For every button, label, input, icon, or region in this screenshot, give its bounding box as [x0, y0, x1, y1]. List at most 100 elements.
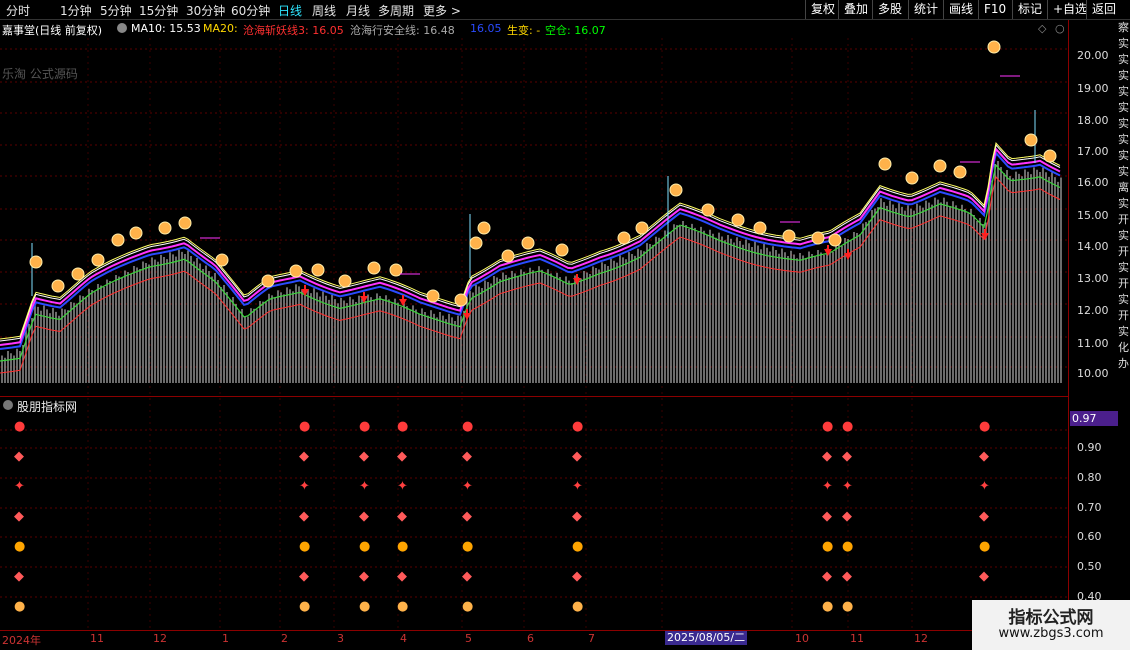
back-button[interactable]: 返回	[1086, 0, 1121, 19]
signal-icon: ✦	[979, 479, 990, 494]
date-label: 3	[337, 632, 344, 645]
coin-icon	[51, 279, 65, 293]
price-tick: 15.00	[1077, 209, 1109, 222]
signal-icon: ●	[359, 539, 370, 554]
signal-icon: ✦	[462, 479, 473, 494]
coin-icon	[261, 274, 275, 288]
signal-icon: ◆	[842, 569, 852, 584]
signal-icon: ●	[14, 599, 25, 614]
tab-5min[interactable]: 5分钟	[100, 2, 132, 19]
red-arrow-icon	[981, 229, 989, 240]
chevron-down-icon[interactable]	[3, 400, 13, 410]
coin-icon	[521, 236, 535, 250]
price-tick: 17.00	[1077, 145, 1109, 158]
multi-stock-button[interactable]: 多股	[872, 0, 907, 19]
tab-weekly[interactable]: 周线	[312, 2, 336, 19]
signal-icon: ●	[14, 539, 25, 554]
coin-icon	[1043, 149, 1057, 163]
signal-icon: ◆	[822, 449, 832, 464]
date-label: 5	[465, 632, 472, 645]
signal-icon: ◆	[842, 449, 852, 464]
coin-icon	[701, 203, 715, 217]
blue-line-value: 16.05	[470, 22, 502, 35]
price-tick: 18.00	[1077, 114, 1109, 127]
coin-icon	[635, 221, 649, 235]
stock-name: 嘉事堂(日线 前复权)	[2, 24, 103, 37]
close-icon[interactable]: ○	[1055, 22, 1065, 35]
signal-icon: ●	[979, 419, 990, 434]
coin-icon	[426, 289, 440, 303]
signal-icon: ●	[462, 599, 473, 614]
tab-more[interactable]: 更多 >	[423, 2, 461, 19]
sub-axis-tick: 0.50	[1077, 560, 1102, 573]
date-label: 2024年	[2, 634, 41, 647]
ma20-label: MA20:	[203, 22, 238, 35]
stats-button[interactable]: 统计	[908, 0, 943, 19]
f10-button[interactable]: F10	[978, 0, 1011, 19]
price-tick: 13.00	[1077, 272, 1109, 285]
sub-indicator-header: 股朋指标网	[0, 396, 1068, 414]
date-label: 11	[90, 632, 104, 645]
signal-icon: ●	[299, 419, 310, 434]
diamond-icon[interactable]: ◇	[1038, 22, 1046, 35]
signal-icon: ◆	[572, 569, 582, 584]
tab-fenshi[interactable]: 分时	[6, 2, 30, 19]
coin-icon	[828, 233, 842, 247]
coin-icon	[29, 255, 43, 269]
date-label: 7	[588, 632, 595, 645]
signal-icon: ●	[299, 599, 310, 614]
coin-icon	[454, 293, 468, 307]
signal-icon: ✦	[299, 479, 310, 494]
draw-line-button[interactable]: 画线	[943, 0, 978, 19]
signal-icon: ◆	[14, 449, 24, 464]
signal-icon: ◆	[822, 569, 832, 584]
signal-icon: ◆	[462, 569, 472, 584]
tab-1min[interactable]: 1分钟	[60, 2, 92, 19]
settings-circle-icon[interactable]	[117, 23, 127, 33]
signal-icon: ●	[822, 539, 833, 554]
site-watermark: 指标公式网 www.zbgs3.com	[972, 600, 1130, 650]
signal-icon: ●	[842, 539, 853, 554]
signal-icon: ●	[397, 599, 408, 614]
signal-icon: ●	[822, 419, 833, 434]
coin-icon	[669, 183, 683, 197]
coin-icon	[311, 263, 325, 277]
sub-axis-tick: 0.70	[1077, 501, 1102, 514]
signal-icon: ◆	[299, 449, 309, 464]
line3-value: 沧海斩妖线3: 16.05	[243, 24, 344, 37]
signal-icon: ●	[462, 419, 473, 434]
signal-icon: ●	[572, 539, 583, 554]
price-tick: 11.00	[1077, 337, 1109, 350]
fuquan-button[interactable]: 复权	[805, 0, 840, 19]
signal-icon: ◆	[397, 449, 407, 464]
right-info-strip: 察实实实实实实实实实离实开实开实开实开实化办	[1118, 20, 1130, 630]
kline-chart[interactable]: ● ● ● ● ● ● ● ● ● ◆ ◆ ◆ ◆ ◆ ◆ ◆ ◆ ◆ ✦ ✦ ✦ ✦ ✦ ✦ ✦ ✦ ✦ ◆ ◆ ◆ ◆ ◆ ◆ ◆ ◆ ◆ ● ● ● ●…	[0, 38, 1068, 630]
signal-icon: ✦	[842, 479, 853, 494]
coin-icon	[91, 253, 105, 267]
tab-monthly[interactable]: 月线	[346, 2, 370, 19]
ma10-value: MA10: 15.53	[131, 22, 201, 35]
coin-icon	[477, 221, 491, 235]
coin-icon	[178, 216, 192, 230]
tab-30min[interactable]: 30分钟	[186, 2, 225, 19]
coin-icon	[158, 221, 172, 235]
price-tick: 14.00	[1077, 240, 1109, 253]
tab-60min[interactable]: 60分钟	[231, 2, 270, 19]
signal-icon: ◆	[359, 509, 369, 524]
signal-icon: ●	[359, 599, 370, 614]
mark-button[interactable]: 标记	[1012, 0, 1047, 19]
overlay-button[interactable]: 叠加	[838, 0, 873, 19]
signal-icon: ✦	[14, 479, 25, 494]
signal-icon: ●	[572, 419, 583, 434]
tab-15min[interactable]: 15分钟	[139, 2, 178, 19]
date-label: 12	[153, 632, 167, 645]
tab-multi-period[interactable]: 多周期	[378, 2, 414, 19]
tab-daily[interactable]: 日线	[278, 2, 302, 19]
signal-icon: ◆	[462, 449, 472, 464]
price-tick: 10.00	[1077, 367, 1109, 380]
date-label: 6	[527, 632, 534, 645]
signal-icon: ✦	[822, 479, 833, 494]
date-label: 1	[222, 632, 229, 645]
coin-icon	[338, 274, 352, 288]
price-tick: 16.00	[1077, 176, 1109, 189]
